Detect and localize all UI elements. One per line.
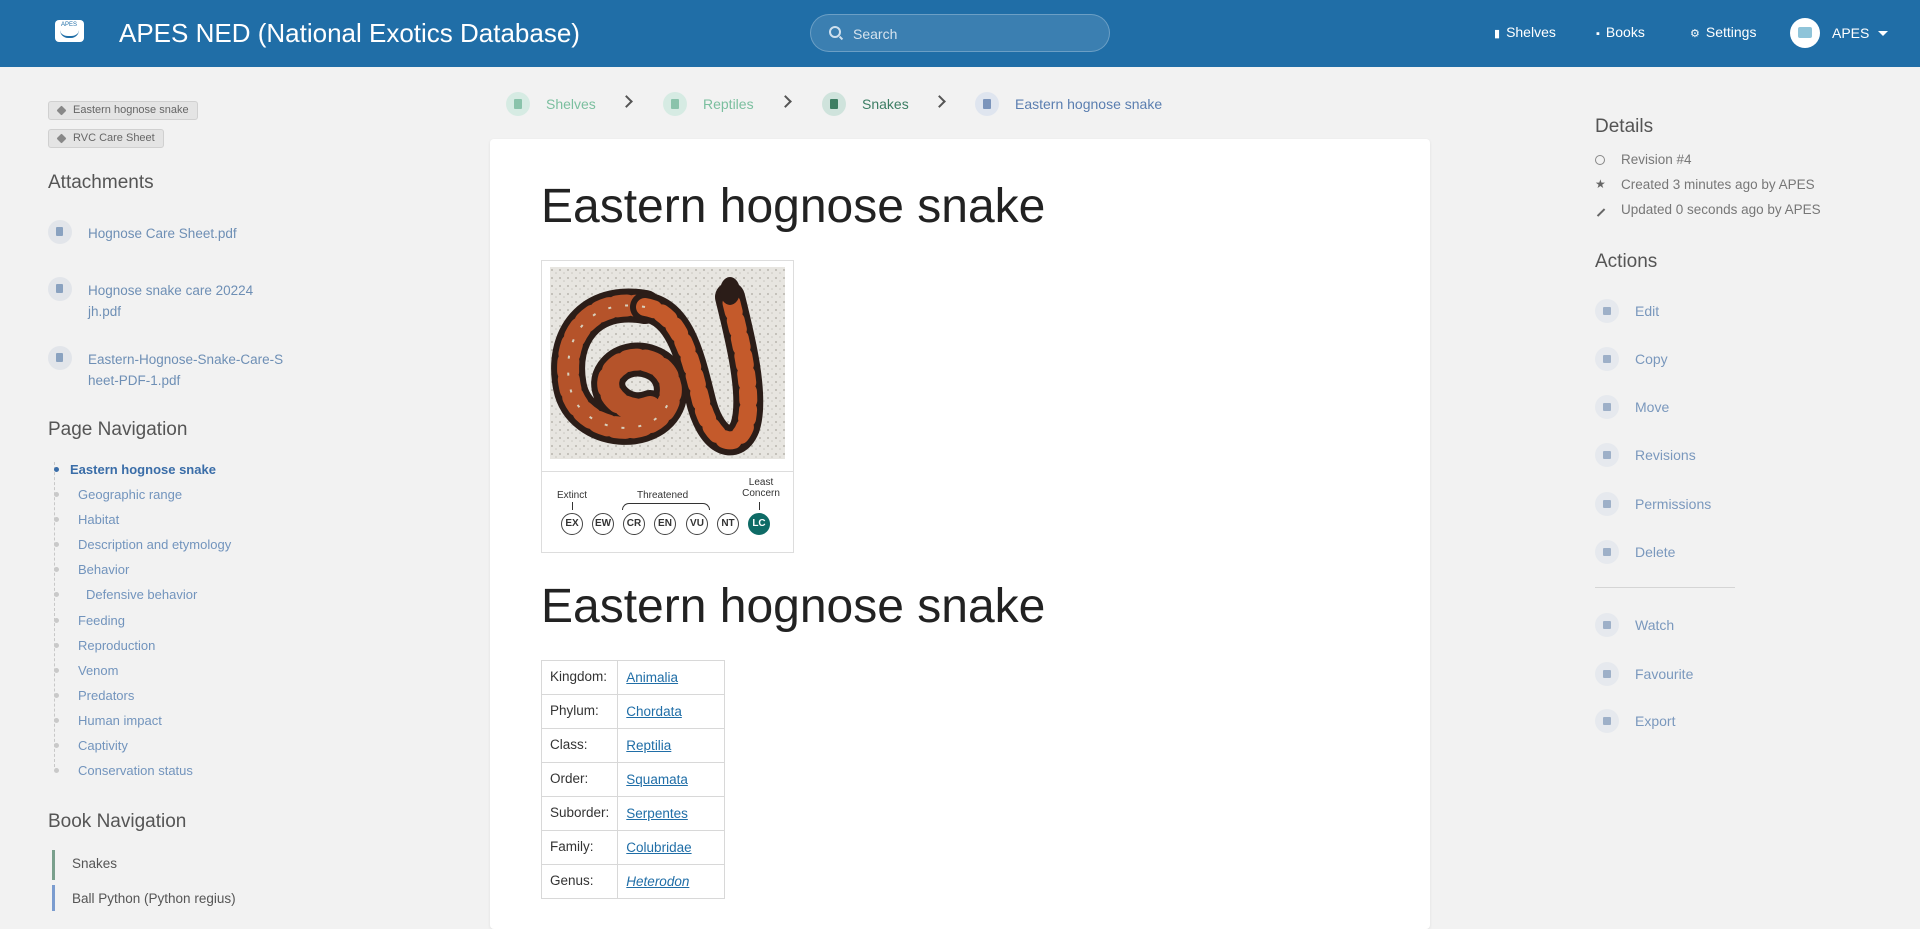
tag-chip[interactable]: RVC Care Sheet [48, 129, 164, 148]
search-icon [829, 26, 841, 38]
table-row: Suborder: Serpentes [540, 796, 726, 831]
logo-text: APES [61, 22, 78, 28]
app-logo[interactable]: APES [55, 20, 84, 42]
book-icon [663, 92, 687, 116]
chevron-right-icon [933, 95, 946, 108]
conservation-status-scale: Extinct Threatened Least Concern EX EW C… [542, 473, 793, 553]
section-heading: Eastern hognose snake [541, 580, 1046, 633]
star-icon [1595, 662, 1619, 686]
page-nav-item[interactable]: Eastern hognose snake [54, 462, 216, 477]
file-icon [48, 220, 72, 244]
taxonomy-table: Kingdom: Animalia Phylum: Chordata Class: R… [540, 660, 726, 899]
shelves-icon [506, 92, 530, 116]
search-input[interactable] [851, 23, 1095, 45]
status-en: EN [654, 513, 676, 535]
app-title[interactable]: APES NED (National Exotics Database) [119, 18, 580, 49]
file-icon [48, 277, 72, 301]
table-row: Phylum: Chordata [540, 694, 726, 729]
avatar [1790, 18, 1820, 48]
page-nav-item[interactable]: Venom [54, 663, 118, 678]
actions-heading: Actions [1595, 251, 1658, 272]
pencil-icon [1595, 299, 1619, 323]
page-nav-item[interactable]: Habitat [54, 512, 119, 527]
divider [1595, 587, 1735, 588]
book-nav-item[interactable]: Snakes [52, 850, 117, 880]
nav-books-link[interactable]: ▪ Books [1596, 24, 1645, 40]
attachments-heading: Attachments [48, 172, 154, 193]
nav-settings-link[interactable]: ⚙ Settings [1690, 24, 1756, 40]
trash-icon [1595, 540, 1619, 564]
status-ex: EX [561, 513, 583, 535]
chevron-right-icon [779, 95, 792, 108]
table-row: Order: Squamata [540, 762, 726, 797]
table-row: Genus: Heterodon [540, 864, 726, 899]
page-nav-item[interactable]: Feeding [54, 613, 125, 628]
page-nav-item[interactable]: Behavior [54, 562, 129, 577]
page-nav-item[interactable]: Defensive behavior [54, 587, 197, 602]
export-icon [1595, 709, 1619, 733]
table-row: Class: Reptilia [540, 728, 726, 763]
history-icon [1595, 155, 1605, 165]
page-content: Eastern hognose snake Extinct Threatened… [490, 139, 1430, 929]
page-nav-item[interactable]: Conservation status [54, 763, 193, 778]
lock-icon [1595, 492, 1619, 516]
taxonomy-link[interactable]: Reptilia [626, 738, 671, 753]
pencil-icon [1594, 206, 1606, 217]
chevron-right-icon [620, 95, 633, 108]
file-icon [48, 346, 72, 370]
taxonomy-link[interactable]: Animalia [626, 670, 678, 685]
page-nav-item[interactable]: Description and etymology [54, 537, 231, 552]
page-nav-item[interactable]: Reproduction [54, 638, 155, 653]
search-box[interactable] [810, 14, 1110, 52]
nav-shelves-link[interactable]: ▮ Shelves [1494, 24, 1556, 40]
star-icon: ★ [1595, 177, 1606, 191]
status-lc: LC [748, 513, 770, 535]
table-row: Family: Colubridae [540, 830, 726, 865]
status-ew: EW [592, 513, 614, 535]
chapter-icon [822, 92, 846, 116]
history-icon [1595, 443, 1619, 467]
page-nav-item[interactable]: Captivity [54, 738, 128, 753]
page-navigation-heading: Page Navigation [48, 419, 188, 440]
top-header: APES APES NED (National Exotics Database… [0, 0, 1920, 67]
page-icon [975, 92, 999, 116]
infobox-figure: Extinct Threatened Least Concern EX EW C… [541, 260, 794, 553]
tag-chip[interactable]: Eastern hognose snake [48, 101, 198, 120]
taxonomy-link[interactable]: Colubridae [626, 840, 691, 855]
eye-icon [1595, 613, 1619, 637]
page-nav-item[interactable]: Human impact [54, 713, 162, 728]
details-heading: Details [1595, 116, 1654, 137]
table-row: Kingdom: Animalia [540, 660, 726, 695]
book-navigation-heading: Book Navigation [48, 811, 187, 832]
shelves-icon: ▮ [1494, 28, 1501, 40]
tag-icon [56, 133, 67, 144]
taxonomy-link[interactable]: Serpentes [626, 806, 688, 821]
page-nav-item[interactable]: Geographic range [54, 487, 182, 502]
chevron-down-icon [1878, 31, 1888, 36]
page-nav-item[interactable]: Predators [54, 688, 134, 703]
book-icon: ▪ [1596, 28, 1600, 40]
status-vu: VU [686, 513, 708, 535]
book-nav-item[interactable]: Ball Python (Python regius) [52, 885, 236, 911]
page-title: Eastern hognose snake [541, 180, 1046, 233]
snake-image[interactable] [550, 267, 785, 459]
user-name: APES [1832, 25, 1870, 41]
status-cr: CR [623, 513, 645, 535]
status-nt: NT [717, 513, 739, 535]
folder-icon [1595, 395, 1619, 419]
copy-icon [1595, 347, 1619, 371]
taxonomy-link[interactable]: Heterodon [626, 874, 689, 889]
taxonomy-link[interactable]: Chordata [626, 704, 682, 719]
taxonomy-link[interactable]: Squamata [626, 772, 688, 787]
tag-icon [56, 105, 67, 116]
gear-icon: ⚙ [1690, 28, 1700, 40]
